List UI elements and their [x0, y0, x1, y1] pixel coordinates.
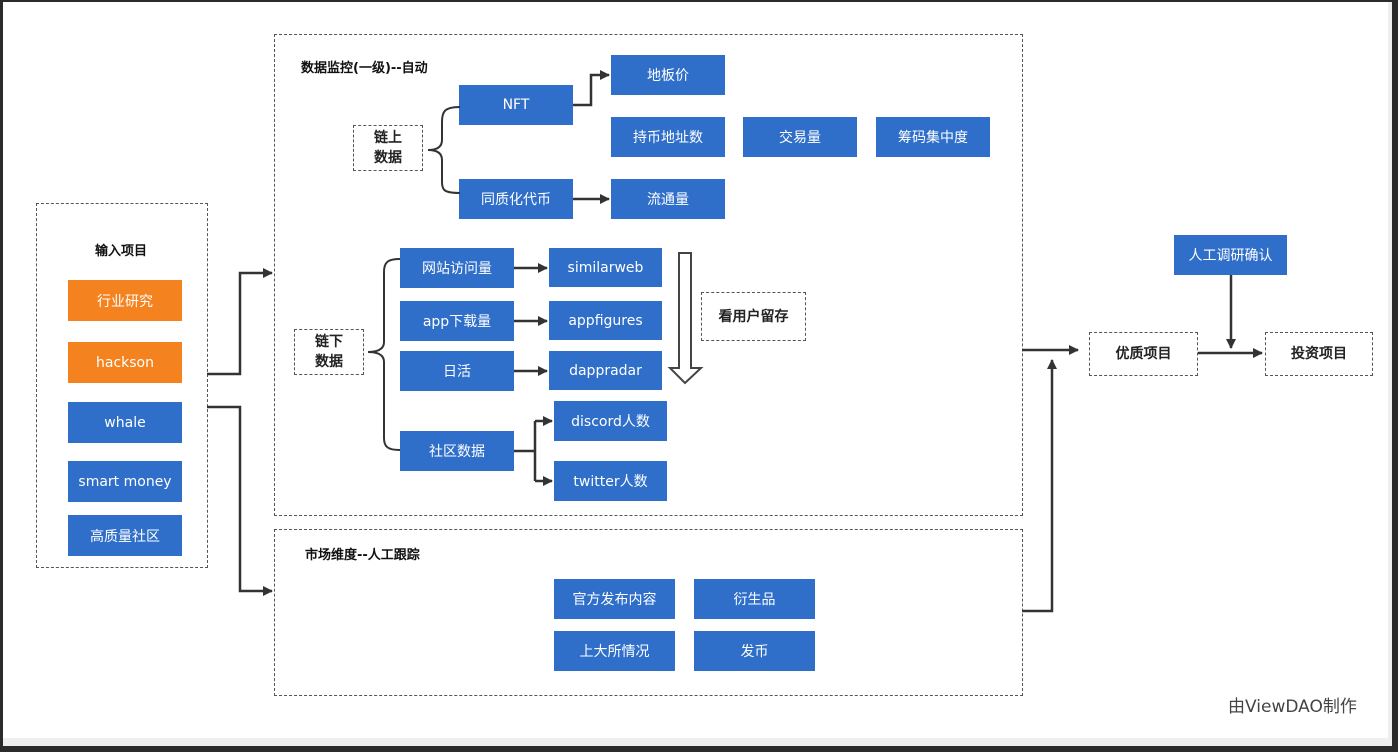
offchain-data-label: 链下 数据	[294, 329, 364, 375]
chip-concentration-box[interactable]: 筹码集中度	[876, 117, 990, 157]
nft-box[interactable]: NFT	[459, 85, 573, 125]
app-downloads-box[interactable]: app下载量	[400, 301, 514, 341]
canvas-right-edge	[1388, 2, 1392, 746]
market-panel-title: 市场维度--人工跟踪	[305, 548, 420, 563]
discord-count-box[interactable]: discord人数	[554, 401, 667, 441]
input-item-smart-money[interactable]: smart money	[68, 461, 182, 502]
input-item-quality-community[interactable]: 高质量社区	[68, 515, 182, 556]
canvas-bottom-edge	[3, 738, 1392, 746]
circulation-box[interactable]: 流通量	[611, 179, 725, 219]
token-issuance-box[interactable]: 发币	[694, 631, 815, 671]
twitter-count-box[interactable]: twitter人数	[554, 461, 667, 501]
daily-active-box[interactable]: 日活	[400, 351, 514, 391]
similarweb-box[interactable]: similarweb	[549, 248, 662, 287]
onchain-data-label: 链上 数据	[353, 125, 423, 171]
holder-address-count-box[interactable]: 持币地址数	[611, 117, 725, 157]
manual-research-box[interactable]: 人工调研确认	[1174, 235, 1287, 275]
user-retention-note: 看用户留存	[701, 292, 806, 341]
fungible-token-box[interactable]: 同质化代币	[459, 179, 573, 219]
major-exchange-listing-box[interactable]: 上大所情况	[554, 631, 675, 671]
derivatives-box[interactable]: 衍生品	[694, 579, 815, 619]
input-item-hackson[interactable]: hackson	[68, 342, 182, 383]
quality-projects-box[interactable]: 优质项目	[1089, 332, 1198, 376]
monitor-panel-title: 数据监控(一级)--自动	[301, 61, 428, 76]
trading-volume-box[interactable]: 交易量	[743, 117, 857, 157]
website-traffic-box[interactable]: 网站访问量	[400, 248, 514, 288]
official-release-box[interactable]: 官方发布内容	[554, 579, 675, 619]
input-panel-title: 输入项目	[95, 244, 148, 259]
input-item-whale[interactable]: whale	[68, 402, 182, 443]
appfigures-box[interactable]: appfigures	[549, 301, 662, 340]
input-item-industry-research[interactable]: 行业研究	[68, 280, 182, 321]
invest-projects-box[interactable]: 投资项目	[1265, 332, 1373, 376]
watermark: 由ViewDAO制作	[1228, 697, 1357, 717]
dappradar-box[interactable]: dappradar	[549, 351, 662, 390]
community-data-box[interactable]: 社区数据	[400, 431, 514, 471]
floor-price-box[interactable]: 地板价	[611, 55, 725, 95]
